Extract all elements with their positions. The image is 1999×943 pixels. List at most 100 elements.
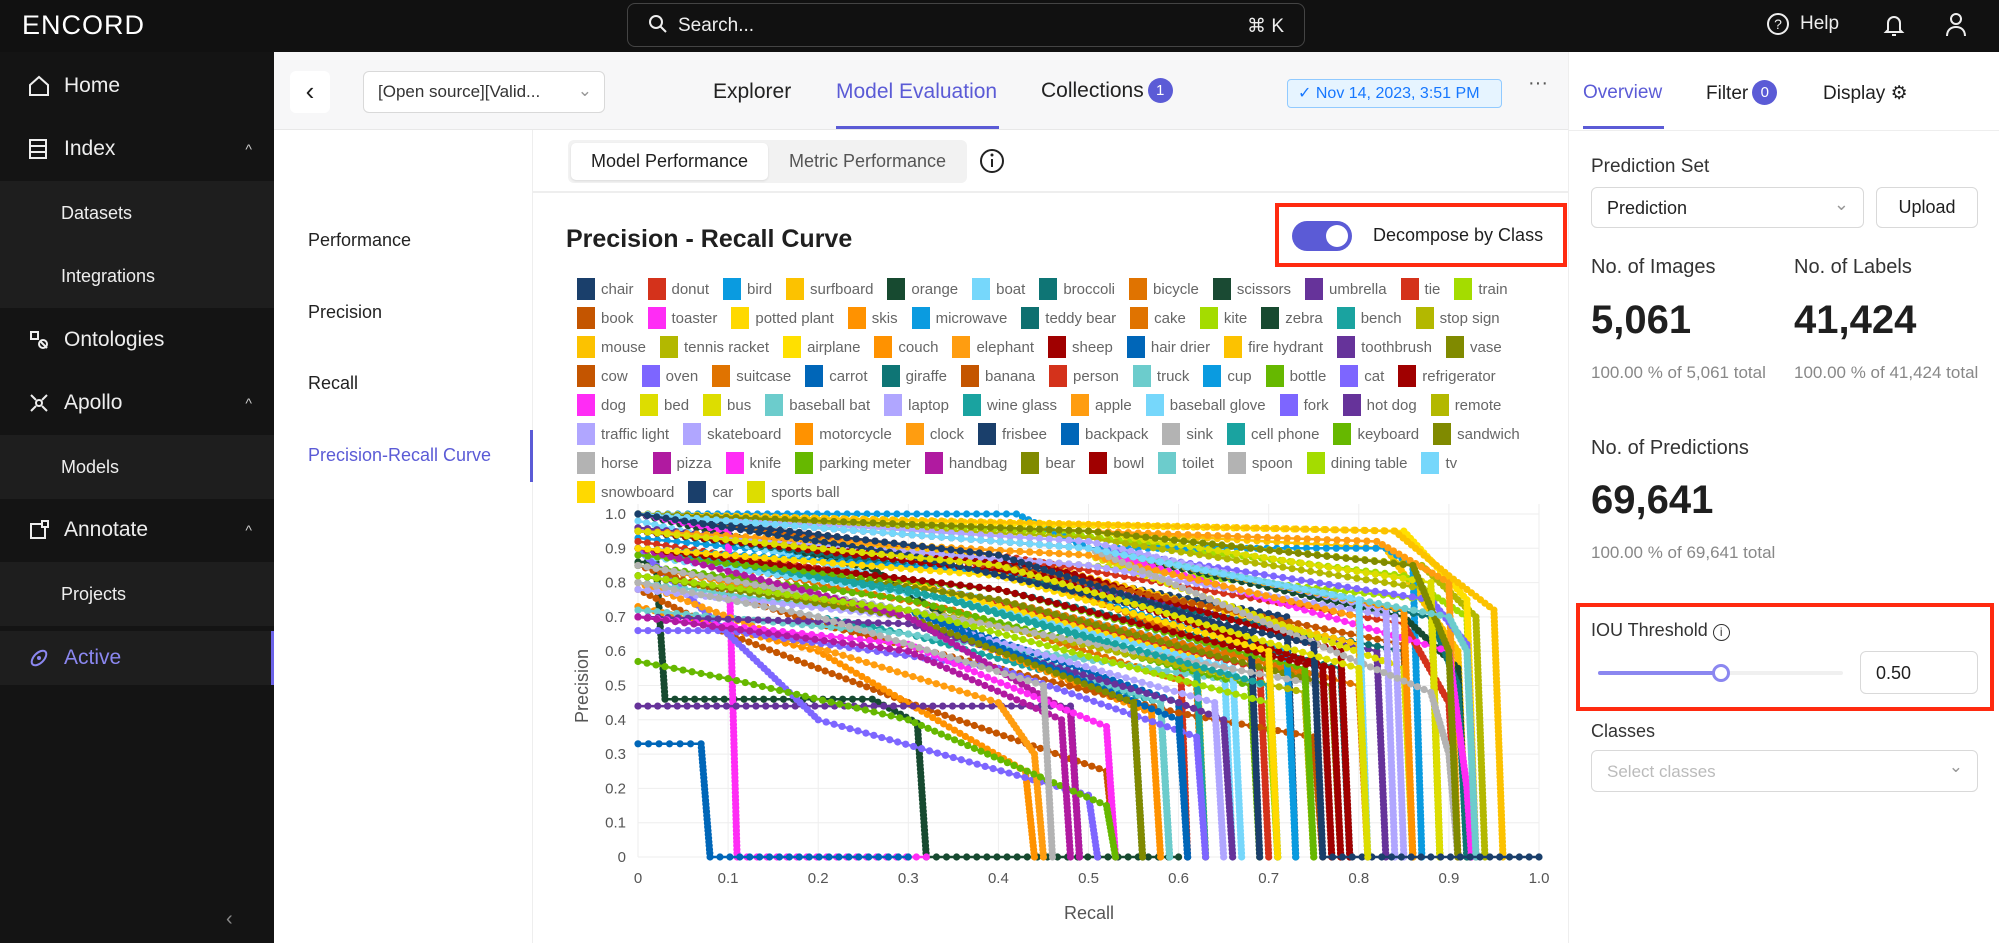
legend-item[interactable]: clock [905,423,964,445]
legend-item[interactable]: vase [1445,336,1502,358]
legend-item[interactable]: truck [1132,365,1189,387]
legend-item[interactable]: refrigerator [1398,365,1496,387]
segment-model-performance[interactable]: Model Performance [571,143,768,180]
legend-item[interactable]: bus [703,394,751,416]
legend-item[interactable]: skateboard [683,423,781,445]
legend-item[interactable]: backpack [1061,423,1148,445]
tab-collections[interactable]: Collections 1 [1041,78,1173,103]
legend-item[interactable]: wine glass [963,394,1057,416]
legend-item[interactable]: scissors [1212,278,1291,300]
sidebar-item-projects[interactable]: Projects [0,562,274,626]
legend-item[interactable]: hot dog [1342,394,1417,416]
legend-item[interactable]: cat [1340,365,1384,387]
legend-item[interactable]: fork [1279,394,1329,416]
subnav-precision[interactable]: Precision [308,302,382,323]
legend-item[interactable]: traffic light [577,423,669,445]
segment-metric-performance[interactable]: Metric Performance [771,143,964,180]
legend-item[interactable]: airplane [783,336,860,358]
legend-item[interactable]: fire hydrant [1224,336,1323,358]
legend-item[interactable]: toaster [647,307,717,329]
sidebar-item-apollo[interactable]: Apollo ^ [0,371,274,435]
legend-item[interactable]: surfboard [786,278,873,300]
tab-model-evaluation[interactable]: Model Evaluation [836,80,997,104]
legend-item[interactable]: cup [1203,365,1252,387]
legend-item[interactable]: stop sign [1415,307,1500,329]
help-button[interactable]: ? Help [1766,12,1839,36]
tab-explorer[interactable]: Explorer [713,80,791,104]
legend-item[interactable]: motorcycle [795,423,892,445]
legend-item[interactable]: knife [725,452,781,474]
legend-item[interactable]: potted plant [731,307,834,329]
legend-item[interactable]: skis [847,307,898,329]
legend-item[interactable]: bed [640,394,689,416]
more-options-icon[interactable]: ··· [1528,72,1548,95]
legend-item[interactable]: person [1049,365,1119,387]
legend-item[interactable]: donut [647,278,709,300]
legend-item[interactable]: chair [577,278,634,300]
legend-item[interactable]: banana [960,365,1035,387]
legend-item[interactable]: cow [577,365,628,387]
sidebar-item-home[interactable]: Home [0,54,274,118]
legend-item[interactable]: tie [1400,278,1440,300]
legend-item[interactable]: sheep [1048,336,1113,358]
sidebar-item-active[interactable]: Active [0,631,274,685]
legend-item[interactable]: parking meter [795,452,911,474]
legend-item[interactable]: bench [1336,307,1402,329]
version-date-badge[interactable]: ✓ Nov 14, 2023, 3:51 PM [1287,79,1502,108]
legend-item[interactable]: spoon [1227,452,1293,474]
legend-item[interactable]: microwave [911,307,1007,329]
legend-item[interactable]: dining table [1306,452,1407,474]
legend-item[interactable]: kite [1199,307,1247,329]
legend-item[interactable]: toothbrush [1337,336,1432,358]
legend-item[interactable]: zebra [1261,307,1323,329]
sidebar-item-models[interactable]: Models [0,435,274,499]
legend-item[interactable]: bird [723,278,772,300]
legend-item[interactable]: horse [577,452,639,474]
legend-item[interactable]: mouse [577,336,646,358]
legend-item[interactable]: book [577,307,634,329]
legend-item[interactable]: boat [972,278,1025,300]
legend-item[interactable]: tv [1421,452,1457,474]
legend-item[interactable]: sandwich [1433,423,1520,445]
subnav-performance[interactable]: Performance [308,230,411,251]
legend-item[interactable]: couch [874,336,938,358]
legend-item[interactable]: laptop [884,394,949,416]
legend-item[interactable]: train [1454,278,1508,300]
legend-item[interactable]: cake [1130,307,1186,329]
collapse-sidebar-icon[interactable]: ‹ [226,908,233,931]
legend-item[interactable]: cell phone [1227,423,1319,445]
sidebar-item-integrations[interactable]: Integrations [0,244,274,308]
legend-item[interactable]: umbrella [1305,278,1387,300]
info-icon[interactable] [978,147,1006,175]
legend-item[interactable]: tennis racket [660,336,769,358]
sidebar-item-index[interactable]: Index ^ [0,117,274,181]
legend-item[interactable]: hair drier [1126,336,1210,358]
legend-item[interactable]: baseball bat [765,394,870,416]
project-select[interactable]: [Open source][Valid... ⌄ [363,71,605,113]
legend-item[interactable]: teddy bear [1021,307,1116,329]
legend-item[interactable]: elephant [952,336,1034,358]
subnav-precision-recall-curve[interactable]: Precision-Recall Curve [308,445,491,466]
legend-item[interactable]: sink [1162,423,1213,445]
bell-icon[interactable] [1883,13,1905,37]
legend-item[interactable]: baseball glove [1145,394,1266,416]
legend-item[interactable]: dog [577,394,626,416]
legend-item[interactable]: oven [641,365,698,387]
legend-item[interactable]: suitcase [712,365,791,387]
legend-item[interactable]: pizza [652,452,712,474]
legend-item[interactable]: giraffe [881,365,947,387]
sidebar-item-ontologies[interactable]: Ontologies [0,308,274,372]
search-input[interactable]: Search... ⌘ K [627,3,1305,47]
legend-item[interactable]: orange [887,278,958,300]
legend-item[interactable]: apple [1071,394,1132,416]
legend-item[interactable]: carrot [805,365,868,387]
encord-logo[interactable]: ENCORD [22,10,145,41]
legend-item[interactable]: bottle [1265,365,1326,387]
legend-item[interactable]: frisbee [977,423,1047,445]
legend-item[interactable]: remote [1430,394,1501,416]
legend-item[interactable]: bicycle [1129,278,1199,300]
sidebar-item-datasets[interactable]: Datasets [0,181,274,245]
back-button[interactable]: ‹ [290,71,330,113]
legend-item[interactable]: keyboard [1333,423,1419,445]
subnav-recall[interactable]: Recall [308,373,358,394]
